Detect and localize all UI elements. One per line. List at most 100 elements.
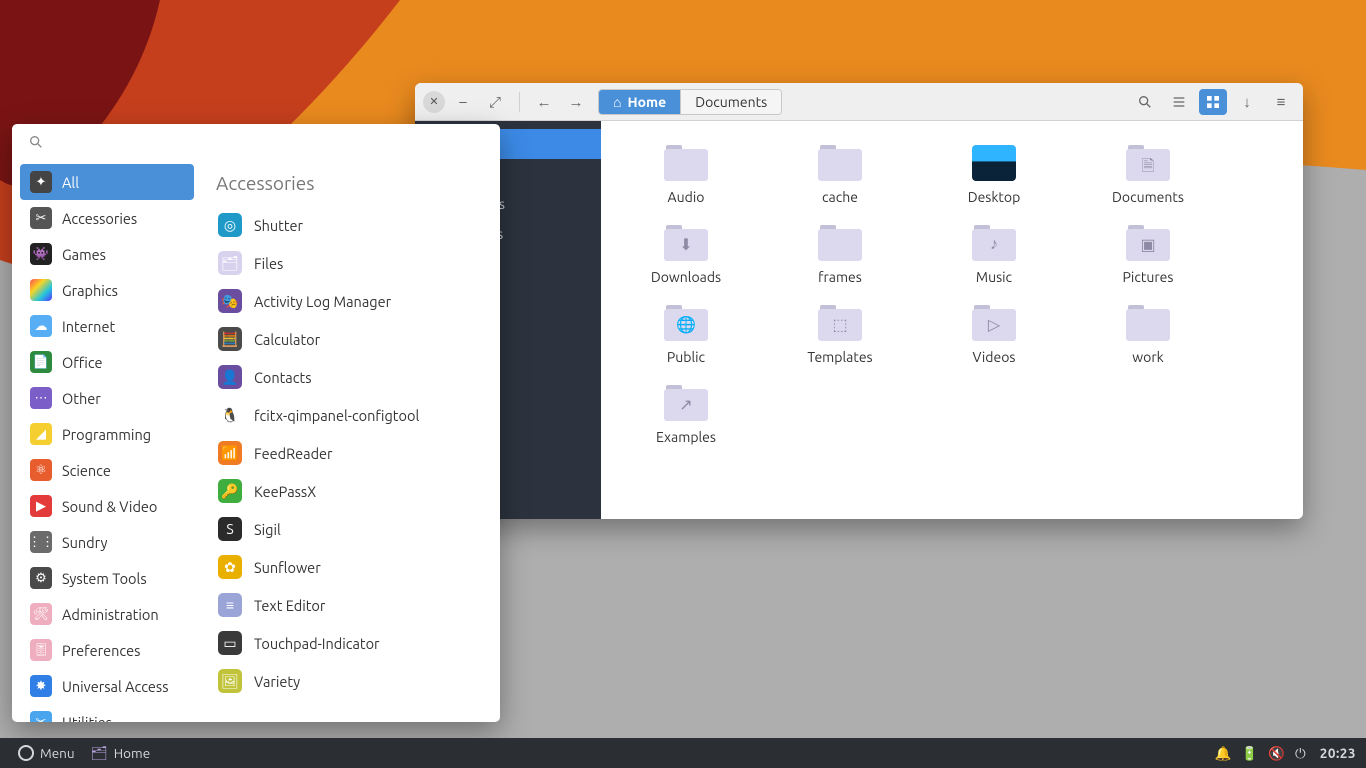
- menu-app[interactable]: 🐧fcitx-qimpanel-configtool: [212, 396, 490, 434]
- folder-glyph-icon: ▣: [1126, 235, 1170, 254]
- category-icon: ⚛: [30, 459, 52, 481]
- window-maximize-button[interactable]: ⤢: [481, 89, 509, 115]
- menu-app-label: Files: [254, 255, 283, 272]
- menu-category[interactable]: 📄Office: [20, 344, 194, 380]
- folder-item[interactable]: Desktop: [919, 139, 1069, 215]
- folder-label: Audio: [668, 189, 705, 205]
- menu-app[interactable]: 👤Contacts: [212, 358, 490, 396]
- list-view-button[interactable]: [1165, 89, 1193, 115]
- folder-label: Music: [976, 269, 1012, 285]
- category-icon: ✦: [30, 171, 52, 193]
- search-icon[interactable]: [1131, 89, 1159, 115]
- separator: [519, 92, 520, 112]
- menu-app[interactable]: 🖼 Variety: [212, 662, 490, 700]
- menu-app[interactable]: ✿Sunflower: [212, 548, 490, 586]
- app-icon: 🖼: [218, 669, 242, 693]
- menu-app[interactable]: 🗂 Files: [212, 244, 490, 282]
- menu-apps-heading: Accessories: [212, 164, 490, 206]
- hamburger-menu-button[interactable]: ≡: [1267, 89, 1295, 115]
- folder-label: work: [1132, 349, 1163, 365]
- path-segment[interactable]: ⌂Home: [599, 90, 680, 114]
- menu-button[interactable]: Menu: [10, 738, 83, 768]
- bottom-panel: Menu 🗂 Home 🔔 🔋 🔇 ⏻ 20:23: [0, 738, 1366, 768]
- path-segment[interactable]: Documents: [680, 90, 781, 114]
- menu-category[interactable]: ⋮⋮Sundry: [20, 524, 194, 560]
- menu-category[interactable]: ▶Sound & Video: [20, 488, 194, 524]
- menu-category[interactable]: ✸Universal Access: [20, 668, 194, 704]
- category-icon: ✂: [30, 207, 52, 229]
- folder-item[interactable]: Audio: [611, 139, 761, 215]
- folder-item[interactable]: 🌐Public: [611, 299, 761, 375]
- folder-label: frames: [818, 269, 862, 285]
- menu-app[interactable]: 🧮Calculator: [212, 320, 490, 358]
- folder-glyph-icon: ⬇: [664, 235, 708, 254]
- menu-category[interactable]: ✂Accessories: [20, 200, 194, 236]
- menu-category[interactable]: ☁Internet: [20, 308, 194, 344]
- folder-item[interactable]: ⬇Downloads: [611, 219, 761, 295]
- app-icon: 🔑: [218, 479, 242, 503]
- file-manager-content[interactable]: Audio cache Desktop 🗎Documents ⬇Downloads fra…: [601, 121, 1303, 519]
- category-icon: ⋮⋮: [30, 531, 52, 553]
- menu-category[interactable]: ✦All: [20, 164, 194, 200]
- folder-icon: [818, 225, 862, 261]
- menu-category[interactable]: ⚙System Tools: [20, 560, 194, 596]
- menu-category-label: Programming: [62, 426, 151, 443]
- menu-app[interactable]: ≡Text Editor: [212, 586, 490, 624]
- folder-item[interactable]: ▷Videos: [919, 299, 1069, 375]
- search-icon: [28, 134, 44, 154]
- folder-item[interactable]: ⬚Templates: [765, 299, 915, 375]
- folder-icon: ↗: [664, 385, 708, 421]
- menu-app[interactable]: 🔑KeePassX: [212, 472, 490, 510]
- nav-forward-button[interactable]: →: [562, 89, 590, 115]
- app-icon: 🎭: [218, 289, 242, 313]
- folder-item[interactable]: cache: [765, 139, 915, 215]
- menu-category[interactable]: 👾Games: [20, 236, 194, 272]
- folder-item[interactable]: ↗Examples: [611, 379, 761, 455]
- clock[interactable]: 20:23: [1320, 745, 1356, 761]
- menu-category[interactable]: ✂Utilities: [20, 704, 194, 722]
- volume-mute-icon[interactable]: 🔇: [1268, 745, 1285, 762]
- folder-label: cache: [822, 189, 858, 205]
- sort-button[interactable]: ↓: [1233, 89, 1261, 115]
- battery-icon[interactable]: 🔋: [1241, 745, 1258, 762]
- taskbar-item-home[interactable]: 🗂 Home: [83, 738, 159, 768]
- folder-item[interactable]: work: [1073, 299, 1223, 375]
- menu-category[interactable]: ⋯Other: [20, 380, 194, 416]
- window-minimize-button[interactable]: –: [449, 89, 477, 115]
- menu-app[interactable]: ▭Touchpad-Indicator: [212, 624, 490, 662]
- menu-search-input[interactable]: [54, 134, 484, 154]
- folder-icon: ▣: [1126, 225, 1170, 261]
- menu-category-label: Utilities: [62, 714, 112, 723]
- menu-category[interactable]: 🎚Preferences: [20, 632, 194, 668]
- power-icon[interactable]: ⏻: [1295, 745, 1306, 762]
- menu-app-label: Variety: [254, 673, 300, 690]
- menu-app[interactable]: SSigil: [212, 510, 490, 548]
- notification-icon[interactable]: 🔔: [1215, 745, 1232, 762]
- app-icon: 📶: [218, 441, 242, 465]
- folder-icon: [818, 145, 862, 181]
- category-icon: 🛠: [30, 603, 52, 625]
- menu-category[interactable]: 🛠Administration: [20, 596, 194, 632]
- menu-app-label: Shutter: [254, 217, 303, 234]
- folder-icon: [1126, 305, 1170, 341]
- folder-item[interactable]: frames: [765, 219, 915, 295]
- menu-category[interactable]: Graphics: [20, 272, 194, 308]
- folder-item[interactable]: ▣Pictures: [1073, 219, 1223, 295]
- folder-label: Desktop: [968, 189, 1021, 205]
- grid-view-button[interactable]: [1199, 89, 1227, 115]
- menu-category[interactable]: ⚛ Science: [20, 452, 194, 488]
- nav-back-button[interactable]: ←: [530, 89, 558, 115]
- folder-item[interactable]: ♪Music: [919, 219, 1069, 295]
- menu-category-label: Other: [62, 390, 101, 407]
- menu-category-label: Science: [62, 462, 111, 479]
- menu-category[interactable]: ◢Programming: [20, 416, 194, 452]
- folder-icon: 🗂: [91, 745, 108, 762]
- folder-item[interactable]: 🗎Documents: [1073, 139, 1223, 215]
- menu-app[interactable]: 🎭Activity Log Manager: [212, 282, 490, 320]
- menu-app[interactable]: 📶FeedReader: [212, 434, 490, 472]
- app-icon: 🗂: [218, 251, 242, 275]
- window-close-button[interactable]: ✕: [423, 91, 445, 113]
- menu-app[interactable]: ◎Shutter: [212, 206, 490, 244]
- folder-label: Public: [667, 349, 705, 365]
- menu-category-label: System Tools: [62, 570, 147, 587]
